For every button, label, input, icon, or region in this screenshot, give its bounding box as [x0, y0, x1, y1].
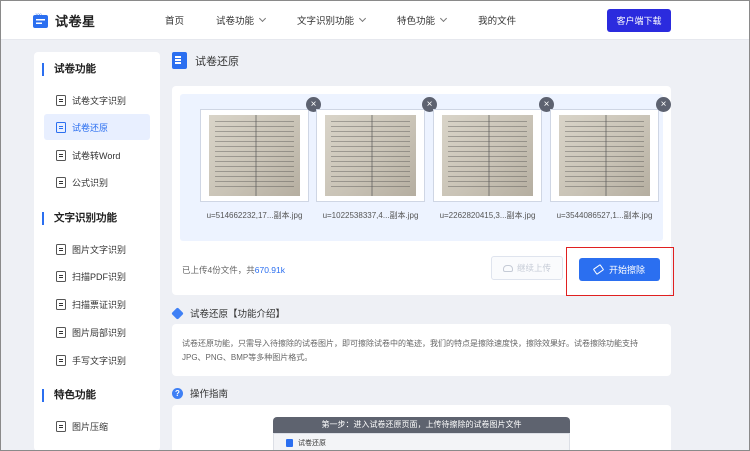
nav-home[interactable]: 首页: [165, 13, 184, 27]
sidebar-section-special: 特色功能: [42, 389, 96, 402]
intro-header: 试卷还原【功能介绍】: [171, 306, 286, 320]
sidebar-item-label: 扫描PDF识别: [72, 271, 127, 282]
crop-icon: [56, 326, 66, 338]
sidebar-item-label: 试卷文字识别: [72, 95, 127, 106]
chevron-down-icon: [359, 14, 367, 23]
client-download-button[interactable]: 客户端下载: [607, 9, 671, 32]
file-thumbnail[interactable]: u=514662232,17...副本.jpg ×: [200, 97, 321, 221]
image-icon: [56, 243, 66, 255]
exam-photo-thumbnail: [433, 109, 542, 202]
step-screenshot: 试卷还原: [273, 433, 570, 451]
document-icon: [56, 94, 66, 106]
step-banner: 第一步：进入试卷还原页面，上传待擦除的试卷图片文件: [273, 417, 570, 433]
sidebar-item-pdf-ocr[interactable]: 扫描PDF识别: [44, 263, 150, 289]
sidebar-section-ocr: 文字识别功能: [42, 212, 117, 225]
continue-upload-label: 继续上传: [516, 263, 551, 273]
exam-restore-icon: [172, 52, 187, 69]
svg-text:100: 100: [35, 12, 42, 17]
remove-file-button[interactable]: ×: [656, 97, 671, 112]
cloud-upload-icon: [502, 264, 513, 272]
file-name: u=3544086527,1...副本.jpg: [556, 211, 653, 220]
logo[interactable]: 100 试卷星: [32, 11, 96, 30]
sidebar: 试卷功能 试卷文字识别 试卷还原 试卷转Word 公式识别 文字识别功能 图片文…: [34, 52, 160, 451]
intro-description: 试卷还原功能，只需导入待擦除的试卷图片，即可擦除试卷中的笔迹，我们的特点是擦除速…: [172, 324, 671, 376]
upload-summary-text: 已上传4份文件，共: [182, 265, 255, 275]
upload-total-size: 670.91k: [254, 265, 285, 275]
pdf-icon: [56, 270, 66, 282]
file-name: u=1022538337,4...副本.jpg: [322, 211, 419, 220]
nav-label: 试卷功能: [216, 16, 255, 27]
receipt-icon: [56, 298, 66, 310]
document-icon: [56, 176, 66, 188]
sidebar-item-partial-ocr[interactable]: 图片局部识别: [44, 319, 150, 345]
file-name: u=2262820415,3...副本.jpg: [439, 211, 536, 220]
sidebar-item-label: 图片文字识别: [72, 244, 127, 255]
sidebar-item-image-ocr[interactable]: 图片文字识别: [44, 236, 150, 262]
nav-label: 我的文件: [478, 16, 517, 27]
sidebar-item-label: 公式识别: [72, 177, 109, 188]
help-icon: ?: [172, 387, 183, 399]
sidebar-item-exam-restore[interactable]: 试卷还原: [44, 114, 150, 140]
sidebar-item-label: 图片压缩: [72, 421, 109, 432]
nav-label: 文字识别功能: [297, 16, 355, 27]
step-screenshot-title: 试卷还原: [298, 440, 326, 447]
chevron-down-icon: [440, 14, 448, 23]
pen-icon: [56, 354, 66, 366]
document-icon: [56, 121, 66, 133]
upload-dropzone[interactable]: u=514662232,17...副本.jpg × u=1022538337,4…: [180, 94, 671, 241]
brand-name: 试卷星: [55, 14, 96, 29]
compress-icon: [56, 420, 66, 432]
sidebar-item-handwriting-ocr[interactable]: 手写文字识别: [44, 347, 150, 373]
upload-summary: 已上传4份文件，共670.91k: [182, 264, 285, 276]
exam-photo-thumbnail: [550, 109, 659, 202]
guide-card: 第一步：进入试卷还原页面，上传待擦除的试卷图片文件 试卷还原: [172, 405, 671, 451]
sidebar-item-label: 手写文字识别: [72, 355, 127, 366]
nav-my-files[interactable]: 我的文件: [478, 13, 516, 27]
nav-label: 首页: [165, 16, 185, 27]
nav-special-features[interactable]: 特色功能: [397, 13, 448, 27]
chevron-down-icon: [258, 14, 267, 23]
sidebar-item-receipt-ocr[interactable]: 扫描票证识别: [44, 291, 150, 317]
exam-photo-thumbnail: [316, 109, 425, 202]
upload-card: u=514662232,17...副本.jpg × u=1022538337,4…: [172, 86, 671, 295]
nav-ocr-features[interactable]: 文字识别功能: [297, 13, 367, 27]
intro-title: 试卷还原【功能介绍】: [190, 309, 286, 320]
nav-label: 特色功能: [397, 16, 436, 27]
continue-upload-button[interactable]: 继续上传: [491, 256, 563, 280]
sidebar-item-formula-ocr[interactable]: 公式识别: [44, 169, 150, 195]
feature-icon: [171, 306, 184, 320]
logo-icon: 100: [33, 12, 48, 28]
start-erase-button[interactable]: 开始擦除: [579, 258, 660, 281]
eraser-icon: [592, 264, 605, 275]
sidebar-item-label: 试卷转Word: [72, 150, 121, 161]
main-nav: 首页 试卷功能 文字识别功能 特色功能 我的文件: [165, 0, 516, 40]
page-header: 试卷还原: [172, 52, 239, 69]
nav-exam-features[interactable]: 试卷功能: [216, 13, 267, 27]
sidebar-item-exam-ocr[interactable]: 试卷文字识别: [44, 87, 150, 113]
file-thumbnail[interactable]: u=2262820415,3...副本.jpg ×: [433, 97, 554, 221]
file-name: u=514662232,17...副本.jpg: [206, 211, 303, 220]
sidebar-item-label: 图片局部识别: [72, 327, 127, 338]
file-thumbnail[interactable]: u=1022538337,4...副本.jpg ×: [316, 97, 437, 221]
page-title: 试卷还原: [195, 55, 239, 68]
guide-title: 操作指南: [190, 389, 229, 400]
sidebar-item-label: 试卷还原: [72, 122, 109, 133]
sidebar-item-image-compress[interactable]: 图片压缩: [44, 413, 150, 439]
exam-restore-icon: [286, 439, 293, 447]
exam-photo-thumbnail: [200, 109, 309, 202]
file-thumbnail[interactable]: u=3544086527,1...副本.jpg ×: [550, 97, 671, 221]
sidebar-item-exam-to-word[interactable]: 试卷转Word: [44, 142, 150, 168]
start-erase-label: 开始擦除: [608, 265, 645, 275]
sidebar-item-label: 扫描票证识别: [72, 299, 127, 310]
sidebar-section-exam: 试卷功能: [42, 63, 96, 76]
top-navbar: 100 试卷星 首页 试卷功能 文字识别功能 特色功能 我的文件 客户端下载: [0, 0, 750, 40]
guide-header: ? 操作指南: [172, 386, 228, 400]
document-icon: [56, 149, 66, 161]
